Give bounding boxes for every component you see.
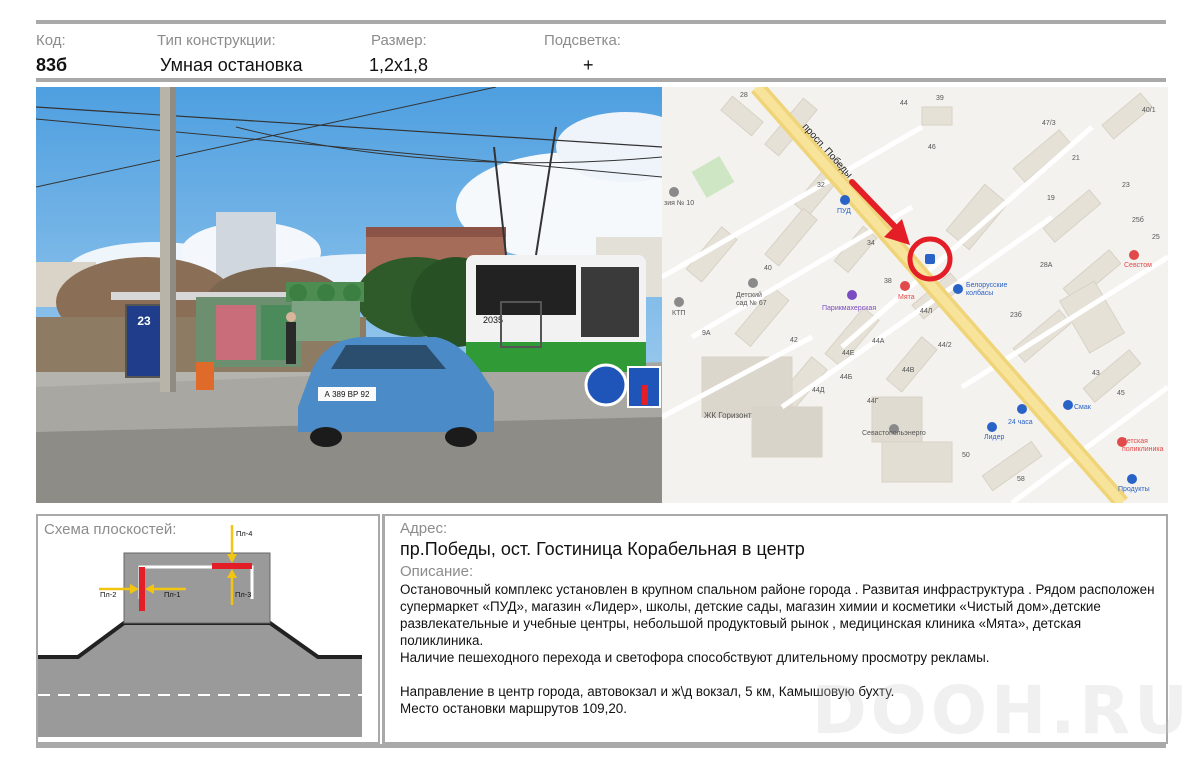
map-label: Продукты (1118, 486, 1150, 493)
map-label: 44А (872, 338, 885, 345)
map-label: 28 (740, 92, 748, 99)
bottom-rule (36, 744, 1166, 748)
map-label: 44/2 (938, 342, 952, 349)
plane-2-label: Пл-2 (100, 590, 116, 599)
map-label: 40 (764, 265, 772, 272)
map-label: 47/3 (1042, 120, 1056, 127)
map-label: 44Л (920, 308, 933, 315)
map-label: Парикмахерская (822, 305, 876, 312)
plane-4-label: Пл-4 (236, 529, 252, 538)
map-label: 44Е (842, 350, 855, 357)
address-value: пр.Победы, ост. Гостиница Корабельная в … (400, 539, 805, 559)
plane-1-label: Пл-1 (164, 590, 180, 599)
map-label: 23б (1010, 311, 1022, 319)
map-label: Лидер (984, 434, 1004, 441)
top-rule (36, 20, 1166, 24)
map-label: 40/1 (1142, 107, 1156, 114)
map-label: 58 (1017, 476, 1025, 483)
map-label: сад № 67 (736, 300, 767, 307)
map-label: 24 часа (1008, 419, 1033, 426)
map-illustration: просп. Победы 28 39 44 47/3 40/1 46 21 3… (662, 87, 1168, 503)
map-label: 39 (936, 95, 944, 102)
type-value: Умная остановка (160, 55, 303, 75)
map-label: Детская (1122, 438, 1148, 445)
map-label: 44Г (867, 398, 879, 405)
map-label: 46 (928, 144, 936, 151)
header-rule (36, 78, 1166, 82)
map-label: 28А (1040, 262, 1053, 269)
map-label: 32 (817, 182, 825, 189)
map-label: ЖК Горизонт (704, 411, 752, 420)
location-photo: 23 2035 А 389 ВР 92 (36, 87, 662, 503)
description-label: Описание: (400, 563, 474, 580)
map-label: Смак (1074, 404, 1092, 411)
map-label: 43 (1092, 370, 1100, 377)
light-value: + (583, 55, 594, 75)
map-label: 25б (1132, 216, 1144, 224)
map-label: 44В (902, 367, 915, 374)
description-paragraph-2: Наличие пешеходного перехода и светофора… (400, 650, 990, 665)
photo-illustration: 23 2035 А 389 ВР 92 (36, 87, 662, 503)
planes-scheme: Пл-1 Пл-2 Пл-3 Пл-4 (38, 525, 362, 737)
map-label: 23 (1122, 182, 1130, 189)
location-map: просп. Победы 28 39 44 47/3 40/1 46 21 3… (662, 87, 1168, 503)
map-label: 34 (867, 240, 875, 247)
size-label: Размер: (371, 32, 427, 49)
code-label: Код: (36, 32, 66, 49)
map-label: 19 (1047, 195, 1055, 202)
map-label: 21 (1072, 155, 1080, 162)
map-label: колбасы (966, 289, 993, 297)
map-label: Белорусские (966, 282, 1008, 289)
map-label: 42 (790, 337, 798, 344)
map-label: зия № 10 (664, 200, 694, 207)
map-label: 9А (702, 330, 711, 337)
map-label: Детский (736, 291, 762, 299)
map-label: 25 (1152, 234, 1160, 241)
type-label: Тип конструкции: (157, 32, 276, 49)
map-label: ПУД (837, 208, 851, 215)
map-label: 50 (962, 452, 970, 459)
map-label: поликлиника (1122, 446, 1164, 453)
address-label: Адрес: (400, 520, 448, 537)
map-label: КТП (672, 310, 685, 317)
watermark: DOOH.RU (812, 672, 1192, 749)
map-label: Севастопольэнерго (862, 430, 926, 437)
map-label: 45 (1117, 390, 1125, 397)
description-paragraph-1: Остановочный комплекс установлен в крупн… (400, 582, 1155, 648)
map-label: 44Д (812, 387, 825, 394)
map-label: 44Б (840, 374, 853, 381)
car-plate: А 389 ВР 92 (325, 390, 370, 399)
billboard-number: 23 (137, 314, 151, 328)
plane-3-label: Пл-3 (235, 590, 251, 599)
map-label: Севстом (1124, 262, 1152, 269)
size-value: 1,2х1,8 (369, 55, 429, 75)
map-label: 38 (884, 278, 892, 285)
map-label: Мята (898, 294, 915, 301)
code-value: 83б (36, 55, 68, 75)
light-label: Подсветка: (544, 32, 621, 49)
map-label: 44 (900, 100, 908, 107)
